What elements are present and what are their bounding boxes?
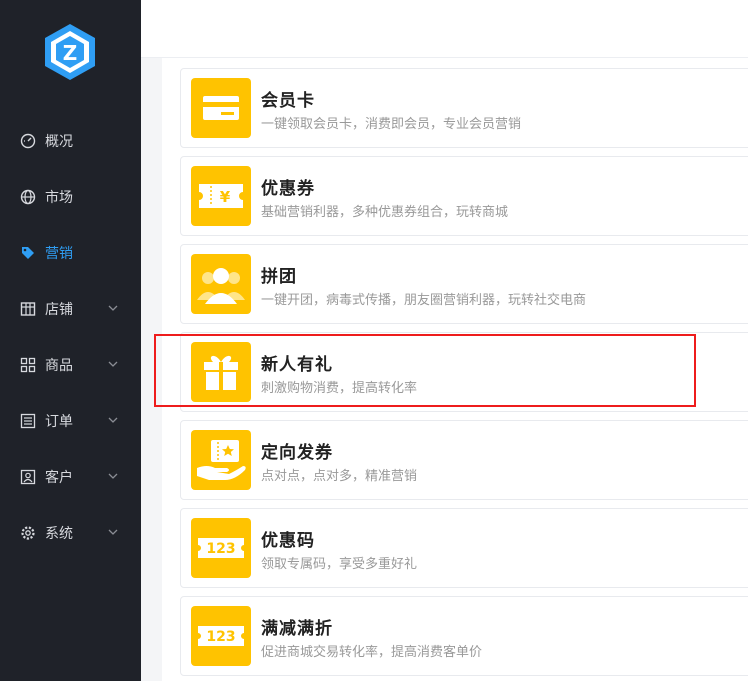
marketing-card-coupon[interactable]: ¥ 优惠券 基础营销利器，多种优惠券组合，玩转商城 xyxy=(180,156,748,236)
store-icon xyxy=(20,302,36,316)
card-title: 优惠码 xyxy=(261,531,315,551)
marketing-card-member-card[interactable]: 会员卡 一键领取会员卡，消费即会员，专业会员营销 xyxy=(180,68,748,148)
chevron-down-icon xyxy=(108,529,118,535)
marketing-card-discount[interactable]: 123 满减满折 促进商城交易转化率，提高消费客单价 xyxy=(180,596,748,676)
sidebar-item-market[interactable]: 市场 xyxy=(0,177,141,217)
svg-text:123: 123 xyxy=(206,629,235,645)
card-title: 满减满折 xyxy=(261,619,333,639)
coupon-icon: ¥ xyxy=(199,184,243,208)
sidebar-item-label: 营销 xyxy=(45,246,73,262)
member-card-icon xyxy=(203,96,239,120)
globe-icon xyxy=(20,189,36,205)
dashboard-icon xyxy=(20,133,36,149)
sidebar-item-store[interactable]: 店铺 xyxy=(0,289,141,329)
sidebar-item-label: 客户 xyxy=(45,470,73,486)
sidebar-item-label: 订单 xyxy=(45,414,73,430)
sidebar-item-label: 系统 xyxy=(45,526,73,542)
card-description: 促进商城交易转化率，提高消费客单价 xyxy=(261,645,483,660)
gear-icon xyxy=(21,526,35,540)
marketing-card-targeted-coupon[interactable]: 定向发券 点对点，点对多，精准营销 xyxy=(180,420,748,500)
top-header xyxy=(141,0,748,58)
sidebar-item-label: 概况 xyxy=(45,134,73,150)
card-description: 一键开团，病毒式传播，朋友圈营销利器，玩转社交电商 xyxy=(261,293,587,308)
chevron-down-icon xyxy=(108,417,118,423)
card-title: 优惠券 xyxy=(261,179,315,199)
chevron-down-icon xyxy=(108,305,118,311)
discount-icon: 123 xyxy=(198,626,244,646)
card-title: 拼团 xyxy=(261,267,297,287)
card-description: 基础营销利器，多种优惠券组合，玩转商城 xyxy=(261,205,509,220)
highlight-box xyxy=(154,334,696,407)
targeted-coupon-icon xyxy=(197,440,246,480)
icon-tile xyxy=(191,430,251,490)
svg-text:Z: Z xyxy=(63,41,78,65)
icon-tile: ¥ xyxy=(191,166,251,226)
customer-icon xyxy=(20,469,36,485)
chevron-down-icon xyxy=(108,361,118,367)
sidebar-item-orders[interactable]: 订单 xyxy=(0,401,141,441)
icon-tile xyxy=(191,78,251,138)
sidebar-item-system[interactable]: 系统 xyxy=(0,513,141,553)
sidebar-item-products[interactable]: 商品 xyxy=(0,345,141,385)
sidebar-item-label: 市场 xyxy=(45,190,73,206)
chevron-down-icon xyxy=(108,473,118,479)
svg-text:¥: ¥ xyxy=(220,188,231,206)
sidebar-item-customers[interactable]: 客户 xyxy=(0,457,141,497)
group-buy-icon xyxy=(197,268,245,304)
sidebar-item-overview[interactable]: 概况 xyxy=(0,121,141,161)
grid-icon xyxy=(20,357,36,373)
icon-tile xyxy=(191,254,251,314)
icon-tile: 123 xyxy=(191,518,251,578)
marketing-card-group-buy[interactable]: 拼团 一键开团，病毒式传播，朋友圈营销利器，玩转社交电商 xyxy=(180,244,748,324)
list-icon xyxy=(20,413,36,429)
app-logo[interactable]: Z xyxy=(42,22,98,82)
card-description: 一键领取会员卡，消费即会员，专业会员营销 xyxy=(261,117,522,132)
card-description: 领取专属码，享受多重好礼 xyxy=(261,557,418,572)
tag-icon xyxy=(22,247,34,259)
sidebar-item-label: 店铺 xyxy=(45,302,73,318)
card-title: 会员卡 xyxy=(261,91,315,111)
card-description: 点对点，点对多，精准营销 xyxy=(261,469,418,484)
promo-code-icon: 123 xyxy=(198,538,244,558)
icon-tile: 123 xyxy=(191,606,251,666)
sidebar: Z 概况 市场 营销 店铺 商品 订单 客户 系统 xyxy=(0,0,141,681)
card-title: 定向发券 xyxy=(261,443,333,463)
marketing-card-promo-code[interactable]: 123 优惠码 领取专属码，享受多重好礼 xyxy=(180,508,748,588)
sidebar-item-label: 商品 xyxy=(45,358,73,374)
sidebar-item-marketing[interactable]: 营销 xyxy=(0,233,141,273)
svg-text:123: 123 xyxy=(206,541,235,557)
